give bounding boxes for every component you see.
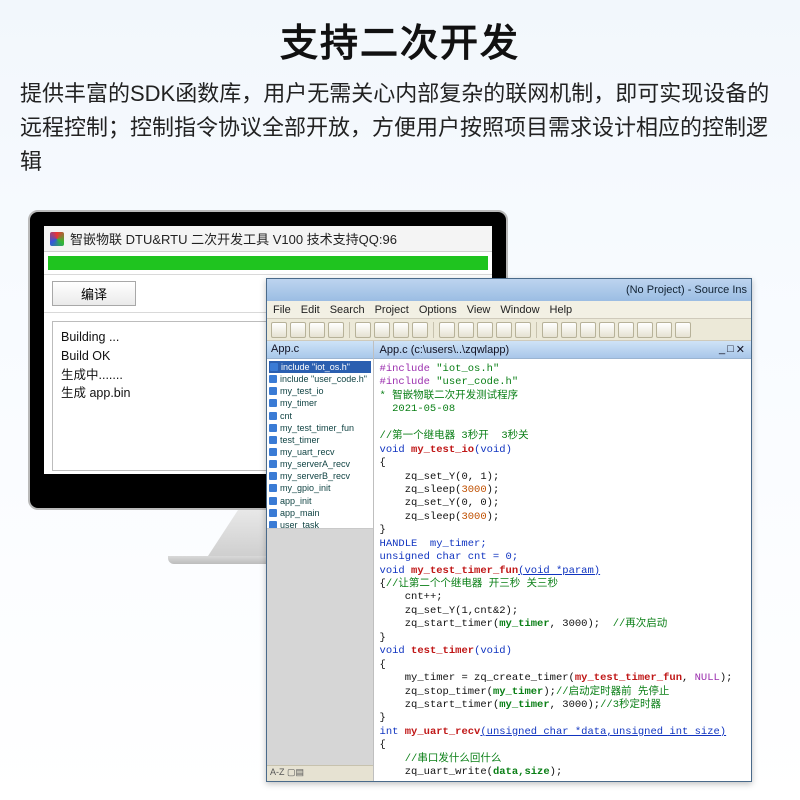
toolbar-separator <box>433 322 434 338</box>
sidebar-file-label: App.c <box>267 341 373 359</box>
toolbar-icon[interactable] <box>290 322 306 338</box>
menu-help[interactable]: Help <box>550 304 573 316</box>
page-description: 提供丰富的SDK函数库，用户无需关心内部复杂的联网机制，即可实现设备的远程控制；… <box>0 67 800 179</box>
symbol-item[interactable]: cnt <box>269 410 371 422</box>
tab-maximize-button[interactable]: □ <box>727 343 734 356</box>
toolbar-icon[interactable] <box>271 322 287 338</box>
editor-tab[interactable]: App.c (c:\users\..\zqwlapp) _ □ ✕ <box>374 341 751 359</box>
tab-close-button[interactable]: ✕ <box>736 343 745 356</box>
menu-view[interactable]: View <box>467 304 491 316</box>
code-editor: App.c (c:\users\..\zqwlapp) _ □ ✕ #inclu… <box>374 341 751 781</box>
symbol-icon <box>269 509 277 517</box>
toolbar-separator <box>536 322 537 338</box>
symbol-icon <box>269 460 277 468</box>
si-toolbar <box>267 319 751 341</box>
symbol-item[interactable]: my_test_timer_fun <box>269 422 371 434</box>
tab-minimize-button[interactable]: _ <box>719 343 725 356</box>
symbol-icon <box>269 375 277 383</box>
toolbar-icon[interactable] <box>393 322 409 338</box>
toolbar-icon[interactable] <box>618 322 634 338</box>
menu-project[interactable]: Project <box>375 304 409 316</box>
toolbar-icon[interactable] <box>355 322 371 338</box>
toolbar-icon[interactable] <box>496 322 512 338</box>
menu-file[interactable]: File <box>273 304 291 316</box>
symbol-icon <box>269 399 277 407</box>
symbol-item[interactable]: my_serverA_recv <box>269 458 371 470</box>
app-icon <box>50 232 64 246</box>
symbol-item[interactable]: test_timer <box>269 434 371 446</box>
toolbar-icon[interactable] <box>412 322 428 338</box>
symbol-item[interactable]: my_timer <box>269 397 371 409</box>
page-title: 支持二次开发 <box>0 0 800 67</box>
si-title-text: (No Project) - Source Ins <box>626 284 747 296</box>
toolbar-icon[interactable] <box>328 322 344 338</box>
sidebar-footer: A-Z ▢▤ <box>267 765 373 781</box>
symbol-list[interactable]: include "iot_os.h" include "user_code.h"… <box>267 359 373 529</box>
toolbar-icon[interactable] <box>374 322 390 338</box>
toolbar-icon[interactable] <box>542 322 558 338</box>
toolbar-separator <box>349 322 350 338</box>
build-tool-title: 智嵌物联 DTU&RTU 二次开发工具 V100 技术支持QQ:96 <box>70 229 397 248</box>
toolbar-icon[interactable] <box>477 322 493 338</box>
symbol-sidebar: App.c include "iot_os.h" include "user_c… <box>267 341 374 781</box>
symbol-item[interactable]: my_test_io <box>269 385 371 397</box>
progress-bar <box>48 256 488 270</box>
symbol-icon <box>269 424 277 432</box>
menu-options[interactable]: Options <box>419 304 457 316</box>
toolbar-icon[interactable] <box>675 322 691 338</box>
toolbar-icon[interactable] <box>439 322 455 338</box>
symbol-item[interactable]: user_task <box>269 519 371 529</box>
symbol-icon <box>270 363 278 371</box>
symbol-item[interactable]: app_main <box>269 507 371 519</box>
toolbar-icon[interactable] <box>515 322 531 338</box>
tab-label: App.c (c:\users\..\zqwlapp) <box>380 344 510 356</box>
toolbar-icon[interactable] <box>580 322 596 338</box>
symbol-icon <box>269 484 277 492</box>
toolbar-icon[interactable] <box>637 322 653 338</box>
source-insight-window: (No Project) - Source Ins File Edit Sear… <box>266 278 752 782</box>
toolbar-icon[interactable] <box>656 322 672 338</box>
code-area[interactable]: #include "iot_os.h" #include "user_code.… <box>374 359 751 781</box>
symbol-icon <box>269 436 277 444</box>
symbol-icon <box>269 497 277 505</box>
symbol-icon <box>269 387 277 395</box>
symbol-icon <box>269 521 277 529</box>
symbol-item[interactable]: my_gpio_init <box>269 482 371 494</box>
si-titlebar[interactable]: (No Project) - Source Ins <box>267 279 751 301</box>
compile-button[interactable]: 编译 <box>52 281 136 306</box>
toolbar-icon[interactable] <box>309 322 325 338</box>
symbol-icon <box>269 412 277 420</box>
si-title-ghost <box>271 284 274 296</box>
sidebar-blank <box>267 529 373 765</box>
build-tool-titlebar: 智嵌物联 DTU&RTU 二次开发工具 V100 技术支持QQ:96 <box>44 226 492 252</box>
symbol-item[interactable]: include "user_code.h" <box>269 373 371 385</box>
menu-search[interactable]: Search <box>330 304 365 316</box>
symbol-item[interactable]: my_serverB_recv <box>269 470 371 482</box>
symbol-icon <box>269 448 277 456</box>
toolbar-icon[interactable] <box>458 322 474 338</box>
toolbar-icon[interactable] <box>599 322 615 338</box>
symbol-icon <box>269 472 277 480</box>
symbol-item[interactable]: my_uart_recv <box>269 446 371 458</box>
symbol-item[interactable]: app_init <box>269 495 371 507</box>
symbol-item[interactable]: include "iot_os.h" <box>269 361 371 373</box>
menu-edit[interactable]: Edit <box>301 304 320 316</box>
toolbar-icon[interactable] <box>561 322 577 338</box>
si-menubar: File Edit Search Project Options View Wi… <box>267 301 751 319</box>
menu-window[interactable]: Window <box>500 304 539 316</box>
